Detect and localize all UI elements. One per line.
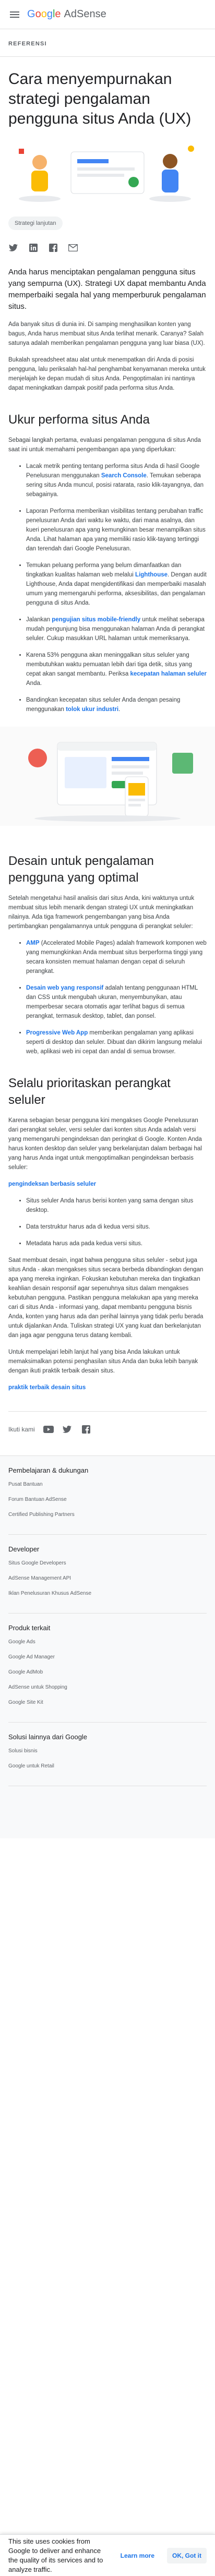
framework-list: AMP (Accelerated Mobile Pages) adalah fr… bbox=[8, 938, 207, 1056]
follow-label: Ikuti kami bbox=[8, 1426, 35, 1433]
design-section: Desain untuk pengalaman pengguna yang op… bbox=[0, 826, 215, 1392]
list-item: Situs seluler Anda harus berisi konten y… bbox=[26, 1196, 207, 1215]
article-body: Anda harus menciptakan pengalaman penggu… bbox=[0, 253, 215, 714]
intro-paragraph: Bukalah spreadsheet atau alat untuk mene… bbox=[8, 357, 206, 391]
footer-group-related: Produk terkait Google Ads Google Ad Mana… bbox=[8, 1614, 207, 1723]
footer-group-title: Produk terkait bbox=[8, 1624, 51, 1632]
list-item: Desain web yang responsif adalah tentang… bbox=[26, 983, 207, 1021]
adsense-logo[interactable]: Google AdSense bbox=[27, 8, 106, 20]
inline-link-row: pengindeksan berbasis seluler bbox=[8, 1179, 207, 1189]
list-item: Metadata harus ada pada kedua versi situ… bbox=[26, 1239, 207, 1248]
inline-link-row: praktik terbaik desain situs bbox=[8, 1383, 207, 1392]
mobile-friendly-test-link[interactable]: pengujian situs mobile-friendly bbox=[52, 617, 140, 623]
item-text: . bbox=[118, 706, 121, 713]
linkedin-icon[interactable] bbox=[28, 243, 39, 253]
share-bar bbox=[0, 230, 215, 253]
email-icon[interactable] bbox=[68, 243, 78, 253]
item-text: Anda. bbox=[26, 680, 42, 687]
logo-letter: g bbox=[46, 8, 53, 20]
youtube-icon[interactable] bbox=[43, 1424, 54, 1435]
body-paragraph: Saat membuat desain, ingat bahwa penggun… bbox=[8, 1257, 204, 1339]
lighthouse-link[interactable]: Lighthouse bbox=[135, 572, 168, 578]
footer-link[interactable]: Google Ads bbox=[8, 1639, 207, 1645]
footer-link[interactable]: Solusi bisnis bbox=[8, 1748, 207, 1754]
mobile-speed-link[interactable]: kecepatan halaman seluler bbox=[130, 671, 206, 677]
cookie-message: This site uses cookies from Google to de… bbox=[8, 2537, 103, 2573]
list-item: Data terstruktur harus ada di kedua vers… bbox=[26, 1222, 207, 1232]
people-illustration bbox=[19, 146, 194, 202]
footer-link[interactable]: Iklan Penelusuran Khusus AdSense bbox=[8, 1591, 207, 1596]
footer-group-developer: Developer Situs Google Developers AdSens… bbox=[8, 1535, 207, 1614]
hamburger-menu-icon[interactable] bbox=[8, 8, 21, 21]
logo-letter: G bbox=[27, 8, 35, 20]
responsive-design-link[interactable]: Desain web yang responsif bbox=[26, 985, 103, 991]
list-item: Laporan Performa memberikan visibilitas … bbox=[26, 507, 207, 553]
footer-link[interactable]: AdSense untuk Shopping bbox=[8, 1684, 207, 1690]
product-name: AdSense bbox=[64, 8, 106, 20]
footer-link[interactable]: Situs Google Developers bbox=[8, 1560, 207, 1566]
learn-more-button[interactable]: Learn more bbox=[115, 2548, 160, 2563]
twitter-icon[interactable] bbox=[8, 243, 19, 253]
twitter-icon[interactable] bbox=[62, 1424, 73, 1435]
footer-group-title: Solusi lainnya dari Google bbox=[8, 1733, 88, 1741]
footer-link[interactable]: Google Ad Manager bbox=[8, 1654, 207, 1660]
site-footer: Pembelajaran & dukungan Pusat Bantuan Fo… bbox=[0, 1455, 215, 1838]
mobile-first-indexing-link[interactable]: pengindeksan berbasis seluler bbox=[8, 1181, 96, 1187]
section-heading-mobile: Selalu prioritaskan perangkat seluler bbox=[8, 1076, 171, 1107]
ok-got-it-button[interactable]: OK, Got it bbox=[167, 2547, 207, 2563]
body-paragraph: Untuk mempelajari lebih lanjut hal yang … bbox=[8, 1349, 198, 1374]
list-item: Temukan peluang performa yang belum dima… bbox=[26, 561, 207, 608]
footer-group-solutions: Solusi lainnya dari Google Solusi bisnis… bbox=[8, 1723, 207, 1786]
item-text: Jalankan bbox=[26, 617, 52, 623]
list-item: AMP (Accelerated Mobile Pages) adalah fr… bbox=[26, 938, 207, 976]
section-intro: Setelah mengetahui hasil analisis dari s… bbox=[8, 895, 195, 930]
social-follow-bar: Ikuti kami bbox=[8, 1411, 207, 1435]
footer-link[interactable]: AdSense Management API bbox=[8, 1575, 207, 1581]
industry-benchmark-link[interactable]: tolok ukur industri bbox=[66, 706, 118, 713]
breadcrumb: REFERENSI bbox=[0, 29, 215, 57]
ux-checklist: Lacak metrik penting tentang performa si… bbox=[8, 462, 207, 714]
design-best-practices-link[interactable]: praktik terbaik desain situs bbox=[8, 1385, 86, 1391]
logo-letter: e bbox=[55, 8, 61, 20]
hero-illustration bbox=[8, 141, 207, 204]
page-title: Cara menyempurnakan strategi pengalaman … bbox=[8, 70, 192, 127]
facebook-icon[interactable] bbox=[48, 243, 58, 253]
intro-paragraph: Ada banyak situs di dunia ini. Di sampin… bbox=[8, 321, 205, 346]
topic-chip[interactable]: Strategi lanjutan bbox=[8, 216, 63, 230]
list-item: Lacak metrik penting tentang performa si… bbox=[26, 462, 207, 499]
list-item: Jalankan pengujian situs mobile-friendly… bbox=[26, 615, 207, 643]
footer-group-learning: Pembelajaran & dukungan Pusat Bantuan Fo… bbox=[8, 1456, 207, 1535]
breadcrumb-label[interactable]: REFERENSI bbox=[8, 41, 47, 47]
list-item: Bandingkan kecepatan situs seluler Anda … bbox=[26, 695, 207, 714]
section-heading-ux: Ukur performa situs Anda bbox=[8, 413, 150, 427]
footer-group-title: Pembelajaran & dukungan bbox=[8, 1466, 89, 1474]
section-intro: Karena sebagian besar pengguna kini meng… bbox=[8, 1117, 202, 1171]
section-intro: Sebagai langkah pertama, evaluasi pengal… bbox=[8, 437, 201, 453]
cookie-banner: This site uses cookies from Google to de… bbox=[0, 2534, 215, 2576]
item-text: Laporan Performa memberikan visibilitas … bbox=[26, 508, 206, 552]
section-heading-design: Desain untuk pengalaman pengguna yang op… bbox=[8, 854, 154, 885]
footer-link[interactable]: Pusat Bantuan bbox=[8, 1482, 207, 1487]
list-item: Progressive Web App memberikan pengalama… bbox=[26, 1028, 207, 1056]
logo-letter: o bbox=[41, 8, 47, 20]
footer-link[interactable]: Certified Publishing Partners bbox=[8, 1512, 207, 1518]
devices-illustration bbox=[0, 727, 215, 826]
list-item: Karena 53% pengguna akan meninggalkan si… bbox=[26, 651, 207, 688]
mobile-checklist: Situs seluler Anda harus berisi konten y… bbox=[8, 1196, 207, 1248]
footer-link[interactable]: Google Site Kit bbox=[8, 1700, 207, 1705]
footer-link[interactable]: Forum Bantuan AdSense bbox=[8, 1497, 207, 1502]
hero: Cara menyempurnakan strategi pengalaman … bbox=[0, 57, 215, 129]
footer-link[interactable]: Google AdMob bbox=[8, 1669, 207, 1675]
search-console-link[interactable]: Search Console bbox=[101, 473, 147, 479]
facebook-icon[interactable] bbox=[81, 1424, 91, 1435]
amp-link[interactable]: AMP bbox=[26, 940, 40, 946]
item-text: (Accelerated Mobile Pages) adalah framew… bbox=[26, 940, 207, 974]
logo-letter: o bbox=[35, 8, 41, 20]
top-app-bar: Google AdSense bbox=[0, 0, 215, 29]
lead-paragraph: Anda harus menciptakan pengalaman penggu… bbox=[8, 268, 206, 311]
pwa-link[interactable]: Progressive Web App bbox=[26, 1030, 88, 1036]
footer-link[interactable]: Google untuk Retail bbox=[8, 1763, 207, 1769]
devices-graphic bbox=[28, 742, 193, 822]
footer-group-title: Developer bbox=[8, 1545, 40, 1553]
